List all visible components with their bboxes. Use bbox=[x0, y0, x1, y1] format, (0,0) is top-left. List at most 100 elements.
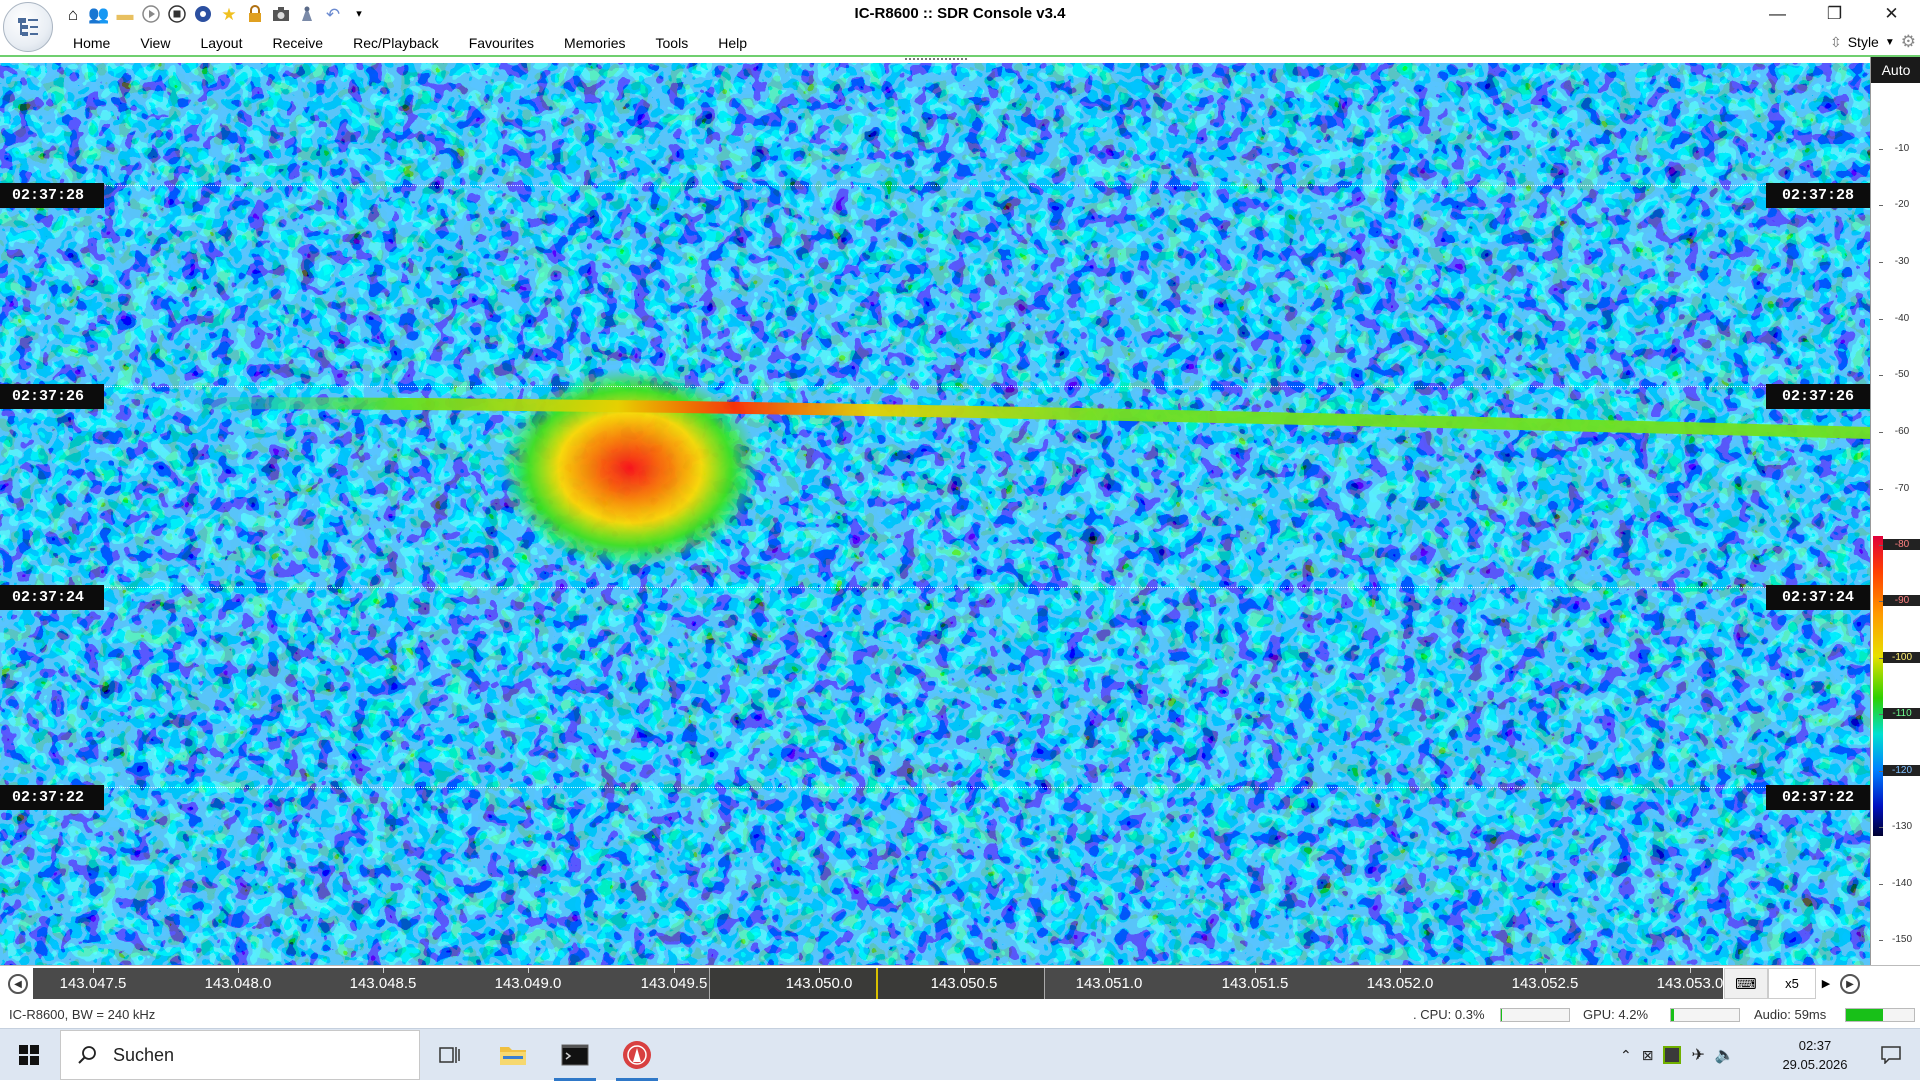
close-button[interactable]: ✕ bbox=[1863, 0, 1920, 28]
taskbar-clock[interactable]: 02:37 29.05.2026 bbox=[1770, 1036, 1860, 1074]
signal-burst bbox=[500, 368, 760, 568]
freq-label: 143.047.5 bbox=[59, 975, 127, 992]
time-gridline bbox=[0, 185, 1870, 186]
scale-tick: -110 bbox=[1879, 708, 1920, 719]
cpu-meter bbox=[1500, 1008, 1570, 1022]
taskbar-sdr-console[interactable] bbox=[608, 1029, 666, 1081]
task-view-icon bbox=[439, 1047, 460, 1063]
audio-latency: Audio: 59ms bbox=[1754, 1007, 1827, 1022]
terminal-icon bbox=[561, 1044, 589, 1066]
freq-label: 143.052.5 bbox=[1511, 975, 1579, 992]
task-view-button[interactable] bbox=[421, 1029, 479, 1081]
level-scale[interactable]: Auto -10 -20 -30 -40 -50 -60 -70 -80 -90… bbox=[1870, 57, 1920, 965]
scale-tick: -60 bbox=[1879, 426, 1920, 437]
menu-items: Home View Layout Receive Rec/Playback Fa… bbox=[58, 29, 762, 57]
timestamp-left: 02:37:24 bbox=[0, 585, 104, 610]
menu-help[interactable]: Help bbox=[703, 29, 762, 57]
timestamp-right: 02:37:28 bbox=[1766, 183, 1870, 208]
time-gridline bbox=[0, 787, 1870, 788]
gpu-meter bbox=[1670, 1008, 1740, 1022]
scale-tick: -30 bbox=[1879, 256, 1920, 267]
time-gridline bbox=[0, 386, 1870, 387]
freq-tick bbox=[1545, 968, 1546, 973]
menu-memories[interactable]: Memories bbox=[549, 29, 640, 57]
minimize-button[interactable]: — bbox=[1749, 0, 1806, 28]
panel-resize-grip[interactable] bbox=[905, 58, 967, 61]
freq-label: 143.049.0 bbox=[494, 975, 562, 992]
scale-tick: -90 bbox=[1879, 595, 1920, 606]
menu-view[interactable]: View bbox=[125, 29, 185, 57]
scale-tick: -20 bbox=[1879, 199, 1920, 210]
freq-tick bbox=[964, 968, 965, 973]
frequency-bar: ◀ 143.047.5 143.048.0 143.048.5 143.049.… bbox=[0, 965, 1920, 1000]
app-menu-button[interactable] bbox=[3, 2, 53, 52]
freq-label: 143.048.0 bbox=[204, 975, 272, 992]
window-title: IC-R8600 :: SDR Console v3.4 bbox=[854, 5, 1066, 22]
freq-tick bbox=[674, 968, 675, 973]
scale-tick: -70 bbox=[1879, 483, 1920, 494]
menu-favourites[interactable]: Favourites bbox=[454, 29, 549, 57]
clock-date: 29.05.2026 bbox=[1782, 1057, 1848, 1072]
menu-home[interactable]: Home bbox=[58, 29, 125, 57]
audio-meter bbox=[1845, 1008, 1915, 1022]
menu-rec-playback[interactable]: Rec/Playback bbox=[338, 29, 454, 57]
taskbar-search[interactable]: Suchen bbox=[60, 1030, 420, 1080]
menu-layout[interactable]: Layout bbox=[185, 29, 257, 57]
airplane-mode-icon[interactable]: ✈ bbox=[1691, 1045, 1704, 1065]
style-menu[interactable]: ⇳ Style ▼ ⚙ bbox=[1830, 32, 1916, 52]
title-bar: ⌂ 👥 ▬ ★ ↶ ▾ IC-R8600 :: SDR Console v3.4… bbox=[0, 0, 1920, 52]
cpu-usage: . CPU: 0.3% bbox=[1413, 1007, 1485, 1022]
tray-overflow-icon[interactable]: ⌃ bbox=[1620, 1047, 1632, 1064]
scale-tick: -40 bbox=[1879, 313, 1920, 324]
clock-time: 02:37 bbox=[1798, 1038, 1832, 1053]
scale-tick: -100 bbox=[1879, 652, 1920, 663]
chevron-down-icon: ▼ bbox=[1884, 36, 1895, 48]
scale-tick: -120 bbox=[1879, 765, 1920, 776]
timestamp-right: 02:37:26 bbox=[1766, 384, 1870, 409]
freq-tick bbox=[1690, 968, 1691, 973]
audio-meter-fill bbox=[1846, 1009, 1883, 1021]
taskbar-terminal[interactable] bbox=[546, 1029, 604, 1081]
cpu-meter-fill bbox=[1501, 1009, 1502, 1021]
freq-label: 143.051.5 bbox=[1221, 975, 1289, 992]
freq-tick bbox=[1109, 968, 1110, 973]
scroll-left-button[interactable]: ◀ bbox=[8, 974, 28, 994]
menu-tools[interactable]: Tools bbox=[641, 29, 704, 57]
zoom-select[interactable]: x5 bbox=[1768, 968, 1816, 999]
freq-tick bbox=[1400, 968, 1401, 973]
scale-tick: -10 bbox=[1879, 143, 1920, 154]
nvidia-icon[interactable] bbox=[1663, 1046, 1682, 1064]
auto-scale-button[interactable]: Auto bbox=[1871, 57, 1920, 83]
keyboard-icon: ⌨ bbox=[1735, 975, 1757, 993]
frequency-axis[interactable]: 143.047.5 143.048.0 143.048.5 143.049.0 … bbox=[33, 968, 1723, 999]
scroll-right-button[interactable]: ▶ bbox=[1840, 974, 1860, 994]
zoom-dropdown-icon[interactable]: ▶ bbox=[1816, 968, 1836, 999]
taskbar: Suchen ⌃ ⊠ ✈ 🔈 02:37 29.05.2026 bbox=[0, 1028, 1920, 1081]
search-placeholder: Suchen bbox=[113, 1044, 175, 1065]
freq-tick bbox=[819, 968, 820, 973]
network-icon[interactable]: ⊠ bbox=[1642, 1047, 1654, 1064]
waterfall-spectrogram bbox=[0, 63, 1870, 965]
gear-icon[interactable]: ⚙ bbox=[1901, 32, 1916, 52]
sdr-console-icon bbox=[623, 1041, 651, 1069]
timestamp-left: 02:37:26 bbox=[0, 384, 104, 409]
scale-tick: -140 bbox=[1879, 878, 1920, 889]
freq-tick bbox=[528, 968, 529, 973]
folder-icon bbox=[500, 1047, 526, 1065]
waterfall-display[interactable]: 02:37:28 02:37:26 02:37:24 02:37:22 02:3… bbox=[0, 63, 1870, 965]
gpu-meter-fill bbox=[1671, 1009, 1674, 1021]
freq-label: 143.048.5 bbox=[349, 975, 417, 992]
volume-icon[interactable]: 🔈 bbox=[1715, 1045, 1735, 1065]
notification-center-button[interactable] bbox=[1866, 1029, 1916, 1081]
scale-tick: -150 bbox=[1879, 934, 1920, 945]
scale-tick: -50 bbox=[1879, 369, 1920, 380]
menu-receive[interactable]: Receive bbox=[258, 29, 339, 57]
start-button[interactable] bbox=[0, 1029, 58, 1081]
restore-button[interactable]: ❐ bbox=[1806, 0, 1863, 28]
timestamp-left: 02:37:28 bbox=[0, 183, 104, 208]
taskbar-file-explorer[interactable] bbox=[484, 1029, 542, 1081]
freq-label: 143.050.0 bbox=[785, 975, 853, 992]
freq-tick bbox=[1255, 968, 1256, 973]
app-menu-icon bbox=[18, 18, 38, 36]
keyboard-button[interactable]: ⌨ bbox=[1724, 968, 1768, 999]
